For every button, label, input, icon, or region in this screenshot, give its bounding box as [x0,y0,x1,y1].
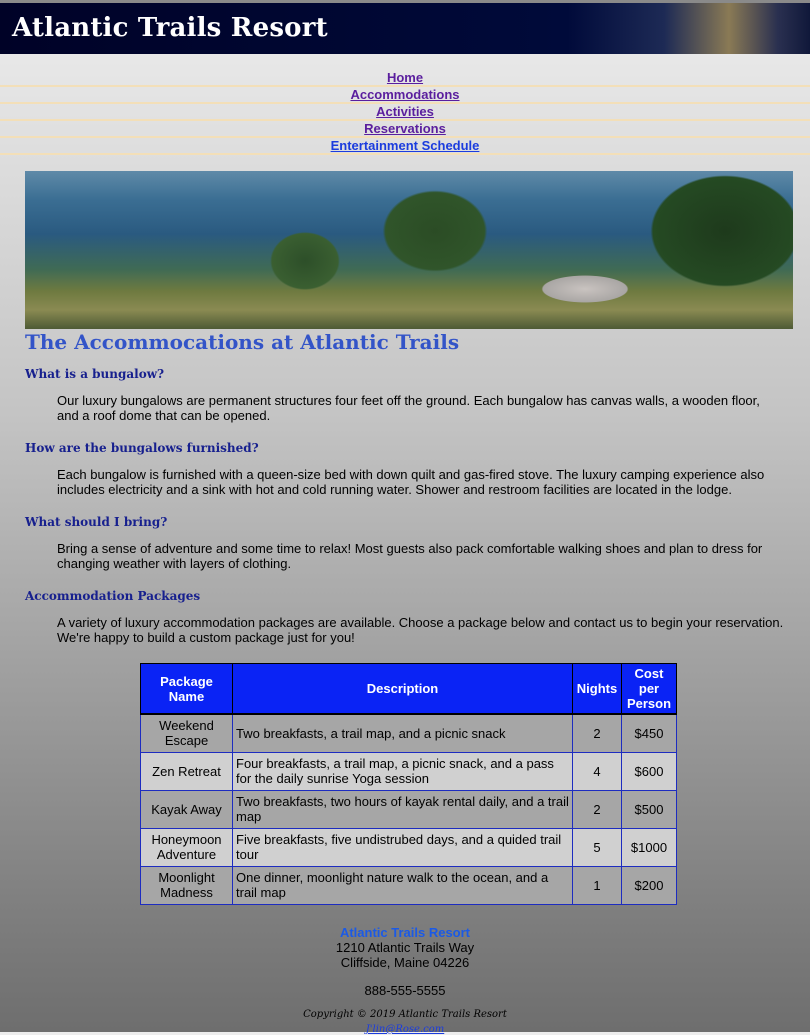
cell-package-name: Moonlight Madness [140,865,233,905]
cell-package-name: Zen Retreat [140,751,233,791]
section-text-bring: Bring a sense of adventure and some time… [57,541,763,571]
cell-description: Five breakfasts, five undistrubed days, … [232,827,573,867]
site-title: Atlantic Trails Resort [12,13,328,43]
footer-phone: 888-555-5555 [364,983,446,998]
nav-link-home[interactable]: Home [387,70,423,85]
nav-link-entertainment-schedule[interactable]: Entertainment Schedule [331,138,480,153]
cell-nights: 4 [572,751,622,791]
cell-nights: 5 [572,827,622,867]
footer-copyright: Copyright © 2019 Atlantic Trails Resort [303,1009,507,1020]
footer-city: Cliffside, Maine 04226 [340,955,470,970]
nav-item-home: Home [0,70,810,87]
main-nav: Home Accommodations Activities Reservati… [0,70,810,155]
section-text-bungalow: Our luxury bungalows are permanent struc… [57,393,760,423]
nav-link-accommodations[interactable]: Accommodations [350,87,459,102]
packages-table: Package Name Description Nights Cost per… [140,663,677,905]
cell-cost: $450 [621,713,677,753]
site-footer: Atlantic Trails Resort 1210 Atlantic Tra… [0,925,810,1035]
cell-description: Two breakfasts, two hours of kayak renta… [232,789,573,829]
section-heading-bring: What should I bring? [25,515,168,529]
footer-resort-name: Atlantic Trails Resort [339,925,471,940]
cell-nights: 2 [572,713,622,753]
cell-description: One dinner, moonlight nature walk to the… [232,865,573,905]
cell-cost: $500 [621,789,677,829]
col-header-package-name: Package Name [140,663,233,715]
footer-email-link[interactable]: J'lin@Rose.com [366,1024,444,1035]
nav-item-entertainment: Entertainment Schedule [0,138,810,155]
cell-package-name: Kayak Away [140,789,233,829]
cell-package-name: Honeymoon Adventure [140,827,233,867]
cell-cost: $200 [621,865,677,905]
site-header: Atlantic Trails Resort [0,0,810,54]
hero-image [25,171,793,329]
nav-item-accommodations: Accommodations [0,87,810,104]
table-row: Weekend Escape Two breakfasts, a trail m… [140,713,677,753]
col-header-cost: Cost per Person [621,663,677,715]
section-heading-furnished: How are the bungalows furnished? [25,441,259,455]
section-heading-packages: Accommodation Packages [25,589,201,603]
section-heading-bungalow: What is a bungalow? [25,367,165,381]
cell-cost: $1000 [621,827,677,867]
cell-nights: 2 [572,789,622,829]
footer-street: 1210 Atlantic Trails Way [335,940,475,955]
section-text-furnished: Each bungalow is furnished with a queen-… [57,467,765,497]
table-row: Moonlight Madness One dinner, moonlight … [140,865,677,905]
cell-cost: $600 [621,751,677,791]
cell-package-name: Weekend Escape [140,713,233,753]
table-header-row: Package Name Description Nights Cost per… [140,663,677,715]
cell-description: Four breakfasts, a trail map, a picnic s… [232,751,573,791]
col-header-nights: Nights [572,663,622,715]
section-text-packages: A variety of luxury accommodation packag… [57,615,784,645]
nav-link-reservations[interactable]: Reservations [364,121,446,136]
table-row: Kayak Away Two breakfasts, two hours of … [140,789,677,829]
col-header-description: Description [232,663,573,715]
nav-item-activities: Activities [0,104,810,121]
cell-description: Two breakfasts, a trail map, and a picni… [232,713,573,753]
table-row: Zen Retreat Four breakfasts, a trail map… [140,751,677,791]
table-row: Honeymoon Adventure Five breakfasts, fiv… [140,827,677,867]
nav-item-reservations: Reservations [0,121,810,138]
nav-link-activities[interactable]: Activities [376,104,434,119]
page-title: The Accommocations at Atlantic Trails [25,330,460,354]
cell-nights: 1 [572,865,622,905]
